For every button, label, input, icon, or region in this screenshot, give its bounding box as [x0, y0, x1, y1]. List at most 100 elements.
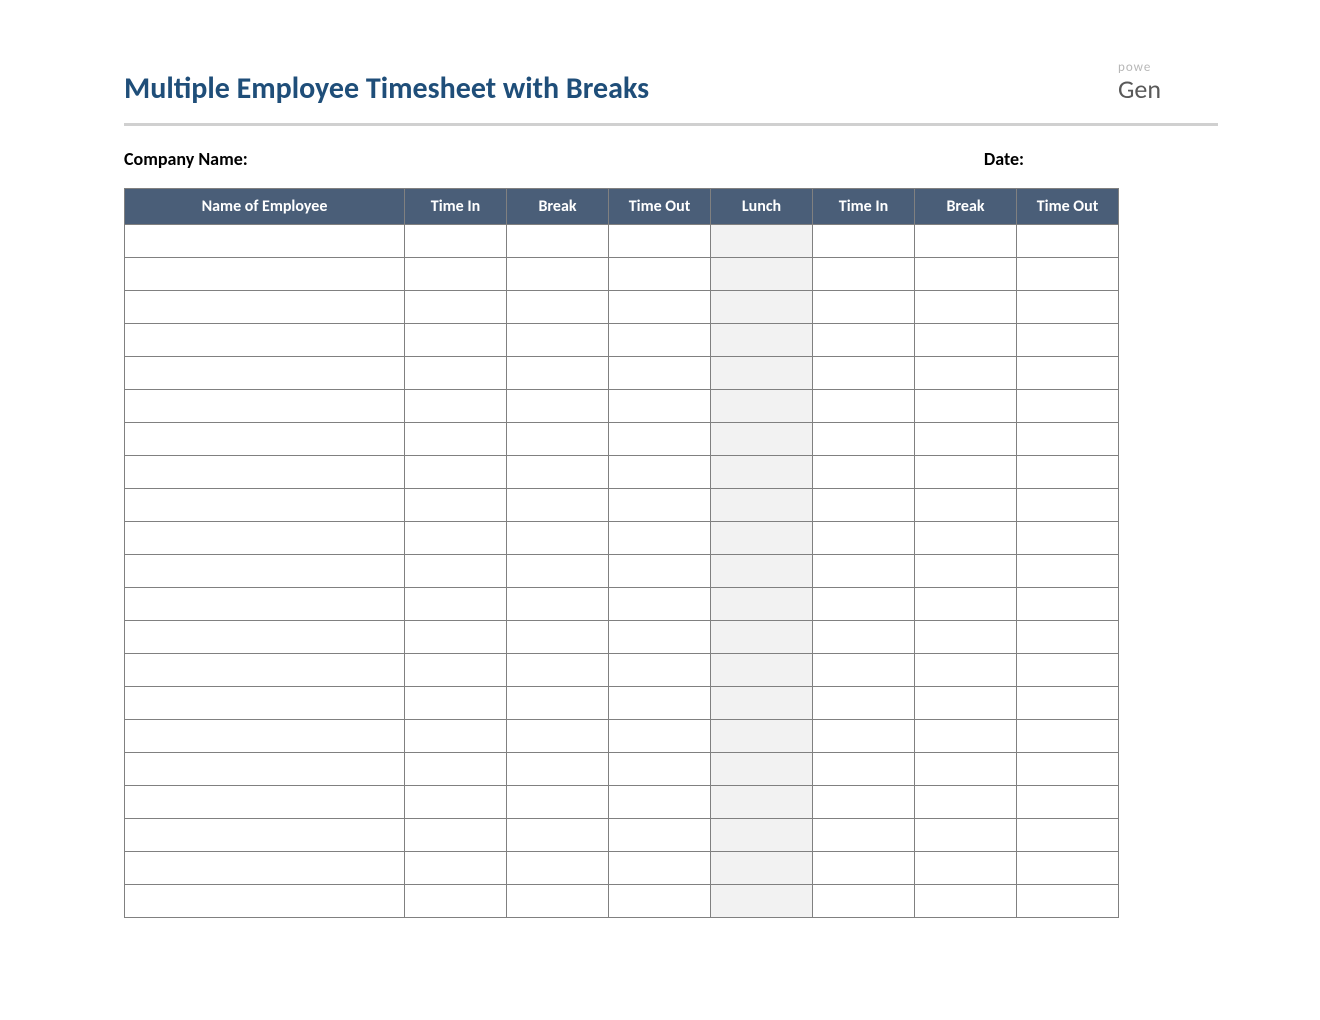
table-cell[interactable] [711, 555, 813, 588]
table-cell[interactable] [125, 357, 405, 390]
table-cell[interactable] [405, 588, 507, 621]
table-cell[interactable] [915, 390, 1017, 423]
table-cell[interactable] [125, 324, 405, 357]
table-cell[interactable] [711, 588, 813, 621]
table-cell[interactable] [915, 291, 1017, 324]
table-cell[interactable] [915, 687, 1017, 720]
table-cell[interactable] [813, 852, 915, 885]
table-cell[interactable] [1017, 786, 1119, 819]
table-cell[interactable] [405, 885, 507, 918]
table-cell[interactable] [711, 819, 813, 852]
table-cell[interactable] [813, 258, 915, 291]
table-cell[interactable] [405, 522, 507, 555]
table-cell[interactable] [507, 522, 609, 555]
table-cell[interactable] [609, 786, 711, 819]
table-cell[interactable] [609, 291, 711, 324]
table-cell[interactable] [915, 621, 1017, 654]
table-cell[interactable] [711, 522, 813, 555]
table-cell[interactable] [507, 456, 609, 489]
table-cell[interactable] [405, 456, 507, 489]
table-cell[interactable] [405, 687, 507, 720]
table-cell[interactable] [507, 852, 609, 885]
table-cell[interactable] [1017, 258, 1119, 291]
table-cell[interactable] [711, 390, 813, 423]
table-cell[interactable] [813, 324, 915, 357]
table-cell[interactable] [813, 588, 915, 621]
table-cell[interactable] [507, 357, 609, 390]
table-cell[interactable] [1017, 324, 1119, 357]
table-cell[interactable] [125, 423, 405, 456]
table-cell[interactable] [813, 291, 915, 324]
table-cell[interactable] [609, 885, 711, 918]
table-cell[interactable] [125, 621, 405, 654]
table-cell[interactable] [915, 423, 1017, 456]
table-cell[interactable] [125, 555, 405, 588]
table-cell[interactable] [915, 522, 1017, 555]
table-cell[interactable] [507, 885, 609, 918]
table-cell[interactable] [125, 291, 405, 324]
table-cell[interactable] [915, 885, 1017, 918]
table-cell[interactable] [125, 819, 405, 852]
table-cell[interactable] [507, 588, 609, 621]
table-cell[interactable] [711, 489, 813, 522]
table-cell[interactable] [813, 621, 915, 654]
table-cell[interactable] [609, 819, 711, 852]
table-cell[interactable] [507, 291, 609, 324]
table-cell[interactable] [1017, 687, 1119, 720]
table-cell[interactable] [507, 621, 609, 654]
table-cell[interactable] [405, 291, 507, 324]
table-cell[interactable] [915, 588, 1017, 621]
table-cell[interactable] [405, 720, 507, 753]
table-cell[interactable] [507, 687, 609, 720]
table-cell[interactable] [915, 720, 1017, 753]
table-cell[interactable] [609, 423, 711, 456]
table-cell[interactable] [915, 753, 1017, 786]
table-cell[interactable] [711, 324, 813, 357]
table-cell[interactable] [813, 225, 915, 258]
table-cell[interactable] [915, 357, 1017, 390]
table-cell[interactable] [507, 390, 609, 423]
table-cell[interactable] [609, 324, 711, 357]
table-cell[interactable] [1017, 753, 1119, 786]
table-cell[interactable] [813, 687, 915, 720]
table-cell[interactable] [405, 357, 507, 390]
table-cell[interactable] [405, 753, 507, 786]
table-cell[interactable] [711, 423, 813, 456]
table-cell[interactable] [609, 390, 711, 423]
table-cell[interactable] [915, 654, 1017, 687]
table-cell[interactable] [813, 390, 915, 423]
table-cell[interactable] [507, 258, 609, 291]
table-cell[interactable] [125, 786, 405, 819]
table-cell[interactable] [507, 720, 609, 753]
table-cell[interactable] [915, 456, 1017, 489]
table-cell[interactable] [405, 555, 507, 588]
table-cell[interactable] [1017, 654, 1119, 687]
table-cell[interactable] [915, 258, 1017, 291]
table-cell[interactable] [1017, 456, 1119, 489]
table-cell[interactable] [1017, 357, 1119, 390]
table-cell[interactable] [125, 753, 405, 786]
table-cell[interactable] [125, 489, 405, 522]
table-cell[interactable] [711, 258, 813, 291]
table-cell[interactable] [405, 654, 507, 687]
table-cell[interactable] [813, 720, 915, 753]
table-cell[interactable] [405, 786, 507, 819]
table-cell[interactable] [813, 489, 915, 522]
table-cell[interactable] [711, 621, 813, 654]
table-cell[interactable] [609, 621, 711, 654]
table-cell[interactable] [813, 423, 915, 456]
table-cell[interactable] [609, 522, 711, 555]
table-cell[interactable] [915, 225, 1017, 258]
table-cell[interactable] [813, 819, 915, 852]
table-cell[interactable] [609, 555, 711, 588]
table-cell[interactable] [609, 720, 711, 753]
table-cell[interactable] [711, 687, 813, 720]
table-cell[interactable] [813, 654, 915, 687]
table-cell[interactable] [507, 489, 609, 522]
table-cell[interactable] [1017, 489, 1119, 522]
table-cell[interactable] [609, 753, 711, 786]
table-cell[interactable] [125, 522, 405, 555]
table-cell[interactable] [1017, 390, 1119, 423]
table-cell[interactable] [125, 456, 405, 489]
table-cell[interactable] [1017, 819, 1119, 852]
